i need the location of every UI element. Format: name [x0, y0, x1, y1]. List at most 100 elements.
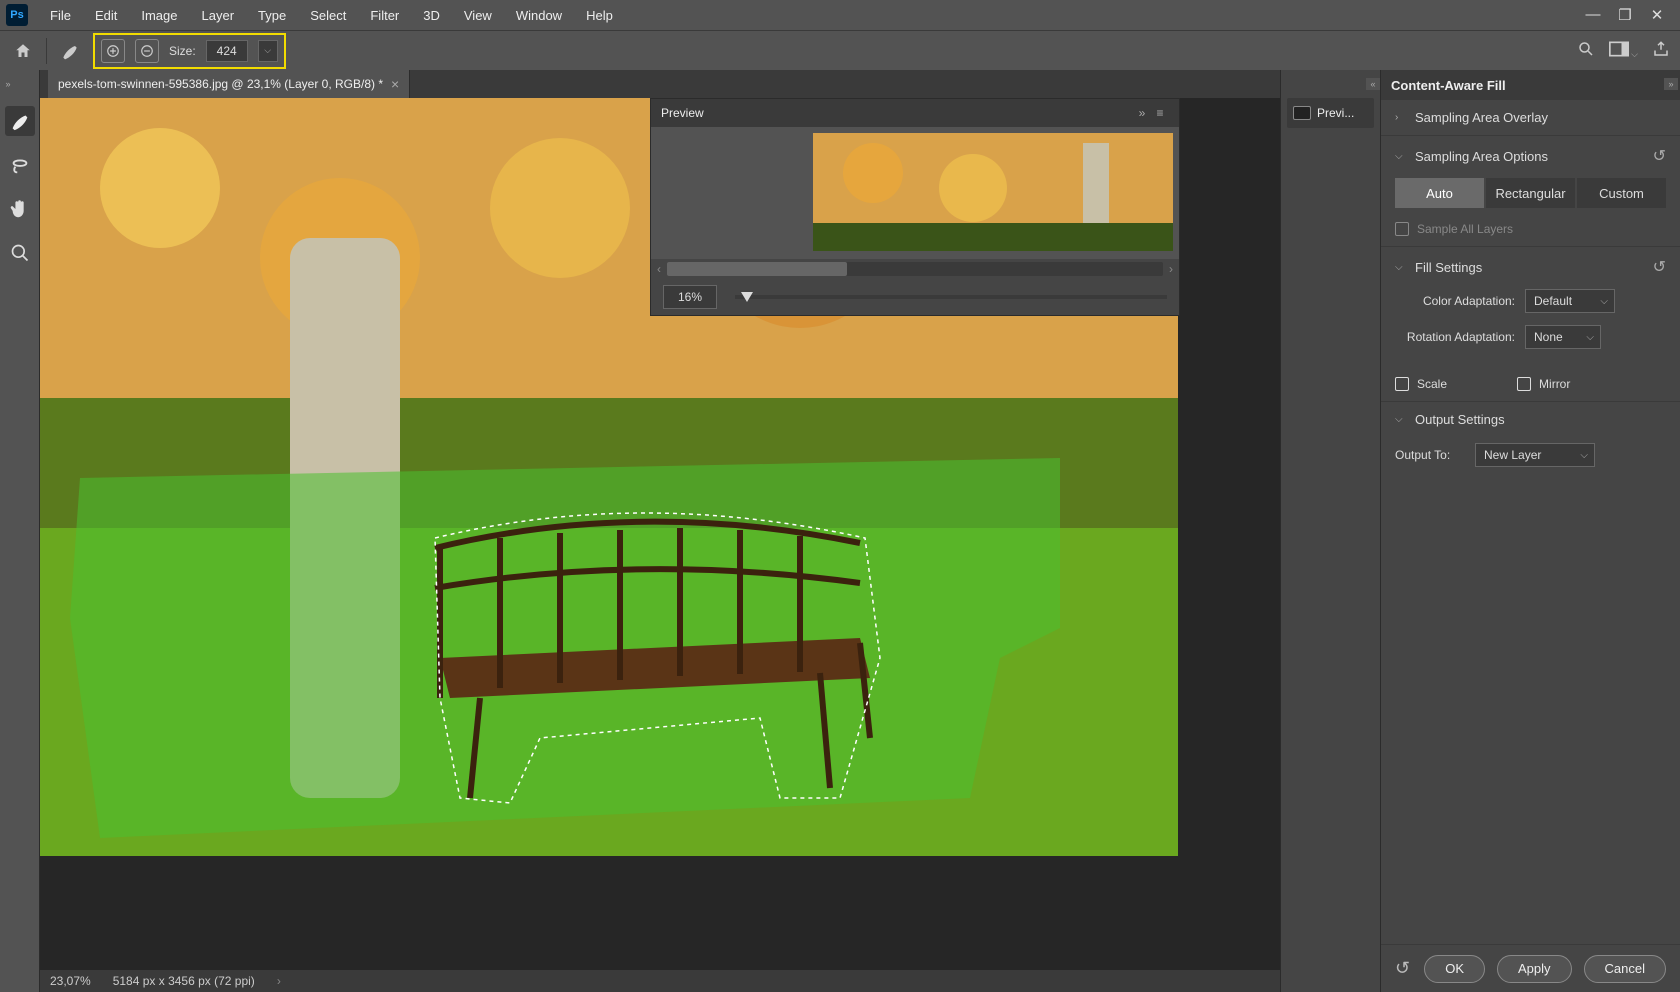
size-input[interactable] [206, 40, 248, 62]
document-tabs: pexels-tom-swinnen-595386.jpg @ 23,1% (L… [40, 70, 1280, 98]
fill-settings-label: Fill Settings [1415, 260, 1482, 275]
cancel-button[interactable]: Cancel [1584, 955, 1666, 983]
scroll-thumb[interactable] [667, 262, 847, 276]
scroll-track[interactable] [667, 262, 1163, 276]
scale-label: Scale [1417, 377, 1447, 391]
color-adaptation-label: Color Adaptation: [1395, 294, 1515, 308]
sampling-rectangular-button[interactable]: Rectangular [1486, 178, 1575, 208]
tool-lasso[interactable] [5, 150, 35, 180]
sampling-overlay-header[interactable]: › Sampling Area Overlay [1395, 110, 1666, 125]
fill-settings-header[interactable]: ⌵ Fill Settings ↺ [1395, 257, 1666, 277]
window-minimize-icon[interactable]: — [1584, 6, 1602, 24]
menu-image[interactable]: Image [129, 2, 189, 29]
home-button[interactable] [10, 38, 36, 64]
subtract-from-sample-button[interactable] [135, 39, 159, 63]
menu-layer[interactable]: Layer [190, 2, 247, 29]
scale-row[interactable]: Scale [1395, 377, 1447, 391]
sample-all-layers-checkbox[interactable] [1395, 222, 1409, 236]
menu-filter[interactable]: Filter [358, 2, 411, 29]
output-settings-header[interactable]: ⌵ Output Settings [1395, 412, 1666, 427]
preview-scrollbar[interactable]: ‹ › [651, 259, 1179, 279]
scale-checkbox[interactable] [1395, 377, 1409, 391]
mask-icon [1293, 106, 1311, 120]
share-icon[interactable] [1652, 40, 1670, 61]
add-to-sample-button[interactable] [101, 39, 125, 63]
output-to-select[interactable]: New Layer [1475, 443, 1595, 467]
menu-view[interactable]: View [452, 2, 504, 29]
options-bar: Size: ⌵ ⌵ [0, 30, 1680, 70]
menu-bar: Ps File Edit Image Layer Type Select Fil… [0, 0, 1680, 30]
mirror-checkbox[interactable] [1517, 377, 1531, 391]
sampling-auto-button[interactable]: Auto [1395, 178, 1484, 208]
ok-button[interactable]: OK [1424, 955, 1485, 983]
size-dropdown-button[interactable]: ⌵ [258, 40, 278, 62]
document-tab-title: pexels-tom-swinnen-595386.jpg @ 23,1% (L… [58, 77, 383, 91]
app-logo: Ps [6, 4, 28, 26]
status-dimensions: 5184 px x 3456 px (72 ppi) [113, 974, 255, 988]
window-restore-icon[interactable]: ❐ [1616, 6, 1634, 24]
scroll-right-icon[interactable]: › [1169, 262, 1173, 276]
section-fill-settings: ⌵ Fill Settings ↺ Color Adaptation: Defa… [1381, 247, 1680, 402]
properties-tabs: Content-Aware Fill [1381, 70, 1680, 100]
apply-button[interactable]: Apply [1497, 955, 1572, 983]
scroll-left-icon[interactable]: ‹ [657, 262, 661, 276]
chevron-down-icon: ⌵ [1395, 151, 1407, 162]
preview-zoom-value[interactable]: 16% [663, 285, 717, 309]
sampling-custom-button[interactable]: Custom [1577, 178, 1666, 208]
mirror-label: Mirror [1539, 377, 1570, 391]
chevron-down-icon: ⌵ [1395, 262, 1407, 273]
mirror-row[interactable]: Mirror [1517, 377, 1570, 391]
document-tab[interactable]: pexels-tom-swinnen-595386.jpg @ 23,1% (L… [48, 70, 410, 98]
preview-header[interactable]: Preview » ≡ [651, 99, 1179, 127]
preview-title: Preview [661, 106, 704, 120]
section-output-settings: ⌵ Output Settings Output To: New Layer [1381, 402, 1680, 477]
window-close-icon[interactable]: ✕ [1648, 6, 1666, 24]
tool-hand[interactable] [5, 194, 35, 224]
collapse-dock-icon[interactable]: « [1366, 78, 1380, 90]
sample-all-layers-row[interactable]: Sample All Layers [1395, 222, 1666, 236]
sampling-options-header[interactable]: ⌵ Sampling Area Options ↺ [1395, 146, 1666, 166]
reset-fill-icon[interactable]: ↺ [1653, 257, 1666, 277]
tool-zoom[interactable] [5, 238, 35, 268]
reset-sampling-icon[interactable]: ↺ [1653, 146, 1666, 166]
menu-file[interactable]: File [38, 2, 83, 29]
sampling-options-label: Sampling Area Options [1415, 149, 1548, 164]
menu-type[interactable]: Type [246, 2, 298, 29]
status-more-icon[interactable]: › [277, 974, 281, 988]
reset-all-icon[interactable]: ↺ [1395, 958, 1410, 979]
tool-sampling-brush[interactable] [5, 106, 35, 136]
status-bar: 23,07% 5184 px x 3456 px (72 ppi) › [40, 970, 1280, 992]
brush-size-group: Size: ⌵ [93, 33, 286, 69]
dock-preview-label: Previ... [1317, 106, 1354, 120]
menu-help[interactable]: Help [574, 2, 625, 29]
rotation-adaptation-label: Rotation Adaptation: [1395, 330, 1515, 344]
preview-viewport[interactable] [651, 127, 1179, 259]
zoom-slider-knob[interactable] [741, 292, 753, 302]
sampling-brush-icon[interactable] [57, 38, 83, 64]
menu-3d[interactable]: 3D [411, 2, 452, 29]
preview-zoom-slider[interactable] [735, 295, 1167, 299]
preview-menu-icon[interactable]: ≡ [1151, 106, 1169, 120]
workspace-switcher-icon[interactable]: ⌵ [1609, 41, 1638, 60]
close-tab-icon[interactable]: × [391, 76, 399, 92]
rotation-adaptation-select[interactable]: None [1525, 325, 1601, 349]
output-settings-label: Output Settings [1415, 412, 1505, 427]
menu-window[interactable]: Window [504, 2, 574, 29]
menu-select[interactable]: Select [298, 2, 358, 29]
preview-panel[interactable]: Preview » ≡ ‹ › [650, 98, 1180, 316]
section-sampling-overlay: › Sampling Area Overlay [1381, 100, 1680, 136]
section-sampling-options: ⌵ Sampling Area Options ↺ Auto Rectangul… [1381, 136, 1680, 247]
chevron-down-icon: ⌵ [1395, 414, 1407, 425]
tool-strip [0, 70, 40, 992]
preview-image [813, 133, 1173, 251]
menu-edit[interactable]: Edit [83, 2, 129, 29]
preview-collapse-icon[interactable]: » [1133, 106, 1151, 120]
sampling-mode-segmented: Auto Rectangular Custom [1395, 178, 1666, 208]
status-zoom: 23,07% [50, 974, 91, 988]
expand-toolbar-icon[interactable]: » [1, 78, 15, 90]
dock-preview-tab[interactable]: Previ... [1287, 98, 1374, 128]
expand-props-dock-icon[interactable]: » [1664, 78, 1678, 90]
search-icon[interactable] [1577, 40, 1595, 61]
sampling-overlay-label: Sampling Area Overlay [1415, 110, 1548, 125]
color-adaptation-select[interactable]: Default [1525, 289, 1615, 313]
